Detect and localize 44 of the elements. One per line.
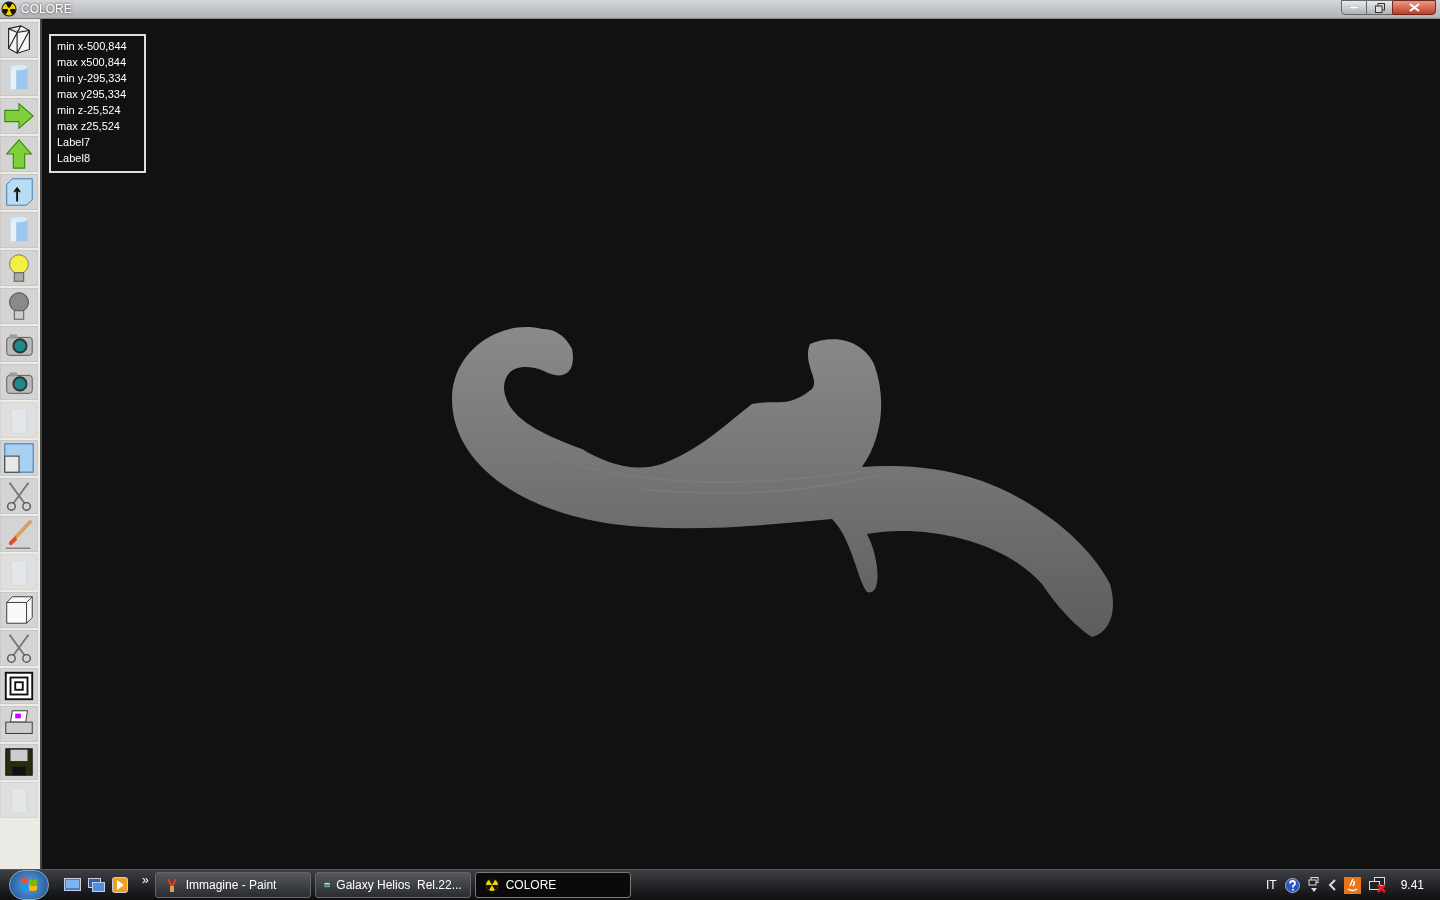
windows-logo-icon <box>20 877 38 893</box>
toolbar-button[interactable] <box>0 174 38 210</box>
media-player-icon[interactable] <box>112 877 128 893</box>
toolbar-button[interactable] <box>0 326 38 362</box>
restore-button[interactable] <box>1367 0 1392 15</box>
close-button[interactable] <box>1392 0 1436 15</box>
taskbar-button[interactable]: Galaxy Helios Rel.22... <box>314 872 471 898</box>
windows-arrow-icon[interactable] <box>1307 877 1320 893</box>
concentric-squares-icon <box>2 669 36 703</box>
window-title: COLORE <box>21 1 72 18</box>
overflow-chevron[interactable]: » <box>142 871 149 889</box>
info-label: min z-25,524 <box>57 103 122 118</box>
minimize-button[interactable] <box>1341 0 1367 15</box>
toolbar-button[interactable] <box>0 592 38 628</box>
windows-switch-icon[interactable] <box>88 878 105 892</box>
info-label: min y-295,334 <box>57 71 128 86</box>
language-indicator[interactable]: IT <box>1265 876 1277 894</box>
info-label: max y295,334 <box>57 87 128 102</box>
arrow-up-icon <box>2 137 36 171</box>
toolbar-button[interactable] <box>0 668 38 704</box>
info-label: min x-500,844 <box>57 39 128 54</box>
desktop-icon[interactable] <box>64 878 81 892</box>
radiation-icon <box>483 877 500 893</box>
toolbar-button[interactable] <box>0 364 38 400</box>
arrow-right-icon <box>2 99 36 133</box>
chevron-left-icon[interactable] <box>1327 879 1336 891</box>
info-label: Label8 <box>57 151 92 166</box>
help-icon[interactable] <box>1284 877 1300 893</box>
toolbar-button[interactable] <box>0 22 38 58</box>
radiation-icon <box>1 1 17 17</box>
taskbar-button[interactable]: Immagine - Paint <box>154 872 311 898</box>
taskbar-button[interactable]: COLORE <box>474 872 631 898</box>
minimize-icon <box>1349 6 1359 9</box>
clock: 9.41 <box>1400 877 1424 894</box>
start-button[interactable] <box>9 870 49 900</box>
close-icon <box>1408 3 1420 12</box>
toolbar-button[interactable] <box>0 744 38 780</box>
toolbar-button[interactable] <box>0 706 38 742</box>
info-label: max x500,844 <box>57 55 128 70</box>
info-label: max z25,524 <box>57 119 121 134</box>
windows-overlap-icon <box>2 441 36 475</box>
restore-icon <box>1374 2 1385 13</box>
network-disconnected-icon[interactable] <box>1368 877 1387 893</box>
info-label: Label7 <box>57 135 92 150</box>
